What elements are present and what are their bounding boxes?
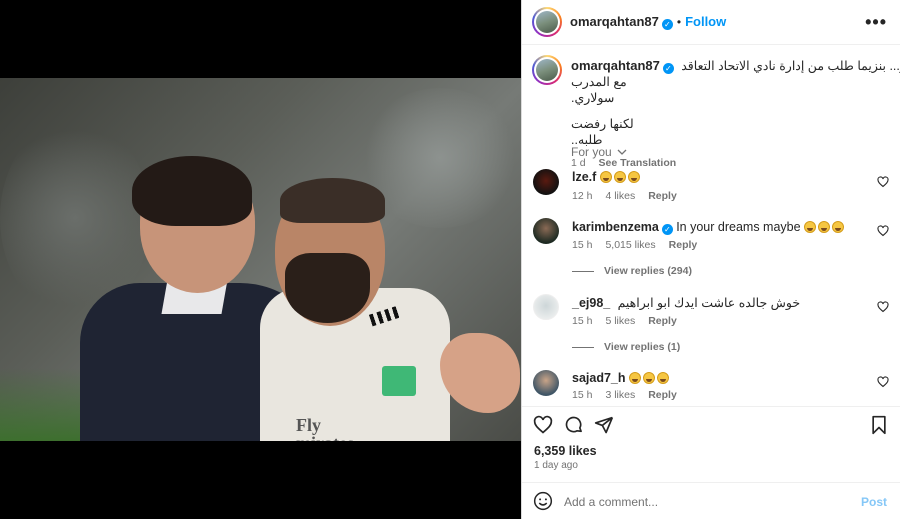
verified-icon: ✓ — [661, 224, 673, 235]
photo-figure — [285, 253, 370, 323]
rofl-emoji-icon — [817, 221, 830, 233]
avatar-image — [536, 11, 558, 33]
photo-figure — [132, 156, 252, 226]
comment-body: lze.f — [572, 170, 642, 184]
comment-meta: 12 h 4 likes Reply — [572, 190, 690, 202]
post-side-panel: omarqahtan87✓•Follow ••• omarqahtan87✓ م… — [521, 0, 900, 519]
reply-button[interactable]: Reply — [669, 239, 698, 251]
comment-icon[interactable] — [564, 415, 584, 435]
view-replies-label: View replies (1) — [604, 341, 681, 353]
separator: • — [676, 15, 682, 29]
replies-divider — [572, 270, 594, 272]
bookmark-icon[interactable] — [869, 415, 889, 435]
commenter-username[interactable]: sajad7_h — [572, 371, 626, 385]
comment-body: _ej98_ خوش جالده عاشت ايدك ابو ابراهيم — [572, 295, 800, 310]
commenter-avatar[interactable] — [533, 294, 559, 320]
view-replies-button[interactable]: View replies (1) — [572, 341, 680, 353]
comment-meta: 15 h 5 likes Reply — [572, 315, 690, 327]
commenter-avatar[interactable] — [533, 218, 559, 244]
post-photo[interactable]: Fly mirates — [0, 78, 521, 441]
follow-button[interactable]: Follow — [685, 14, 726, 29]
photo-figure — [440, 333, 520, 413]
caption-first-line: omarqahtan87✓ مصادر... بنزيما طلب من إدا… — [571, 58, 900, 74]
rofl-emoji-icon — [831, 221, 844, 233]
post-comment-button[interactable]: Post — [861, 495, 887, 509]
more-options-icon[interactable]: ••• — [865, 12, 887, 33]
laughing-emoji-icon — [642, 372, 655, 384]
comment-input[interactable]: Add a comment... — [564, 495, 658, 509]
comment-body: sajad7_h — [572, 371, 671, 385]
heart-icon[interactable] — [877, 176, 889, 188]
commenter-username[interactable]: karimbenzema — [572, 220, 659, 234]
heart-icon[interactable] — [877, 376, 889, 388]
comment-text: خوش جالده عاشت ايدك ابو ابراهيم — [617, 296, 801, 310]
photo-figure — [382, 366, 416, 396]
share-icon[interactable] — [594, 415, 614, 435]
commenter-username[interactable]: _ej98_ — [572, 296, 610, 310]
caption-avatar[interactable] — [532, 55, 562, 85]
laughing-emoji-icon — [613, 171, 626, 183]
comment-likes[interactable]: 3 likes — [605, 389, 635, 401]
like-count[interactable]: 6,359 likes — [534, 444, 597, 458]
comment-age: 15 h — [572, 315, 593, 327]
comment-meta: 15 h 5,015 likes Reply — [572, 239, 710, 251]
verified-icon: ✓ — [661, 19, 673, 30]
comment-body: karimbenzema ✓ In your dreams maybe — [572, 220, 846, 235]
chevron-down-icon — [617, 149, 627, 155]
post-actions-bar — [522, 406, 900, 440]
post-timestamp: 1 day ago — [534, 460, 578, 471]
author-username[interactable]: omarqahtan87 — [570, 14, 659, 29]
laughing-emoji-icon — [627, 171, 640, 183]
heart-icon[interactable] — [877, 301, 889, 313]
laughing-emoji-icon — [628, 372, 641, 384]
caption-text-line1: مصادر... بنزيما طلب من إدارة نادي الاتحا… — [681, 59, 900, 73]
caption-text-line3: لكنها رفضت طلبه.. — [571, 117, 634, 147]
commenter-avatar[interactable] — [533, 169, 559, 195]
replies-divider — [572, 346, 594, 348]
laughing-emoji-icon — [656, 372, 669, 384]
comment-sort-label: For you — [571, 145, 612, 159]
commenter-username[interactable]: lze.f — [572, 170, 596, 184]
emoji-icon[interactable] — [533, 491, 553, 511]
caption-username[interactable]: omarqahtan87 — [571, 58, 660, 73]
comment-likes[interactable]: 5,015 likes — [605, 239, 655, 251]
reply-button[interactable]: Reply — [648, 190, 677, 202]
photo-shirt-sponsor: Fly mirates — [296, 415, 354, 441]
reply-button[interactable]: Reply — [648, 315, 677, 327]
post-header: omarqahtan87 ✓ • Follow ••• — [522, 0, 900, 45]
commenter-avatar[interactable] — [533, 370, 559, 396]
comment-likes[interactable]: 5 likes — [605, 315, 635, 327]
comment-sort-dropdown[interactable]: For you — [571, 145, 627, 159]
avatar-image — [536, 59, 558, 81]
comment-likes[interactable]: 4 likes — [605, 190, 635, 202]
verified-icon: ✓ — [662, 63, 674, 74]
laughing-emoji-icon — [599, 171, 612, 183]
rofl-emoji-icon — [803, 221, 816, 233]
view-replies-label: View replies (294) — [604, 265, 692, 277]
photo-figure — [280, 178, 385, 223]
comment-age: 12 h — [572, 190, 593, 202]
comment-text: In your dreams maybe — [676, 220, 801, 234]
comment-composer: Add a comment... Post — [522, 482, 900, 519]
author-avatar[interactable] — [532, 7, 562, 37]
post-media[interactable]: Fly mirates — [0, 0, 521, 519]
reply-button[interactable]: Reply — [648, 389, 677, 401]
view-replies-button[interactable]: View replies (294) — [572, 265, 692, 277]
comment-meta: 15 h 3 likes Reply — [572, 389, 690, 401]
heart-icon[interactable] — [533, 415, 553, 435]
caption-text-line2: مع المدرب سولاري. — [571, 75, 627, 105]
comment-age: 15 h — [572, 389, 593, 401]
comment-age: 15 h — [572, 239, 593, 251]
heart-icon[interactable] — [877, 225, 889, 237]
header-author: omarqahtan87 ✓ • Follow — [570, 14, 726, 30]
